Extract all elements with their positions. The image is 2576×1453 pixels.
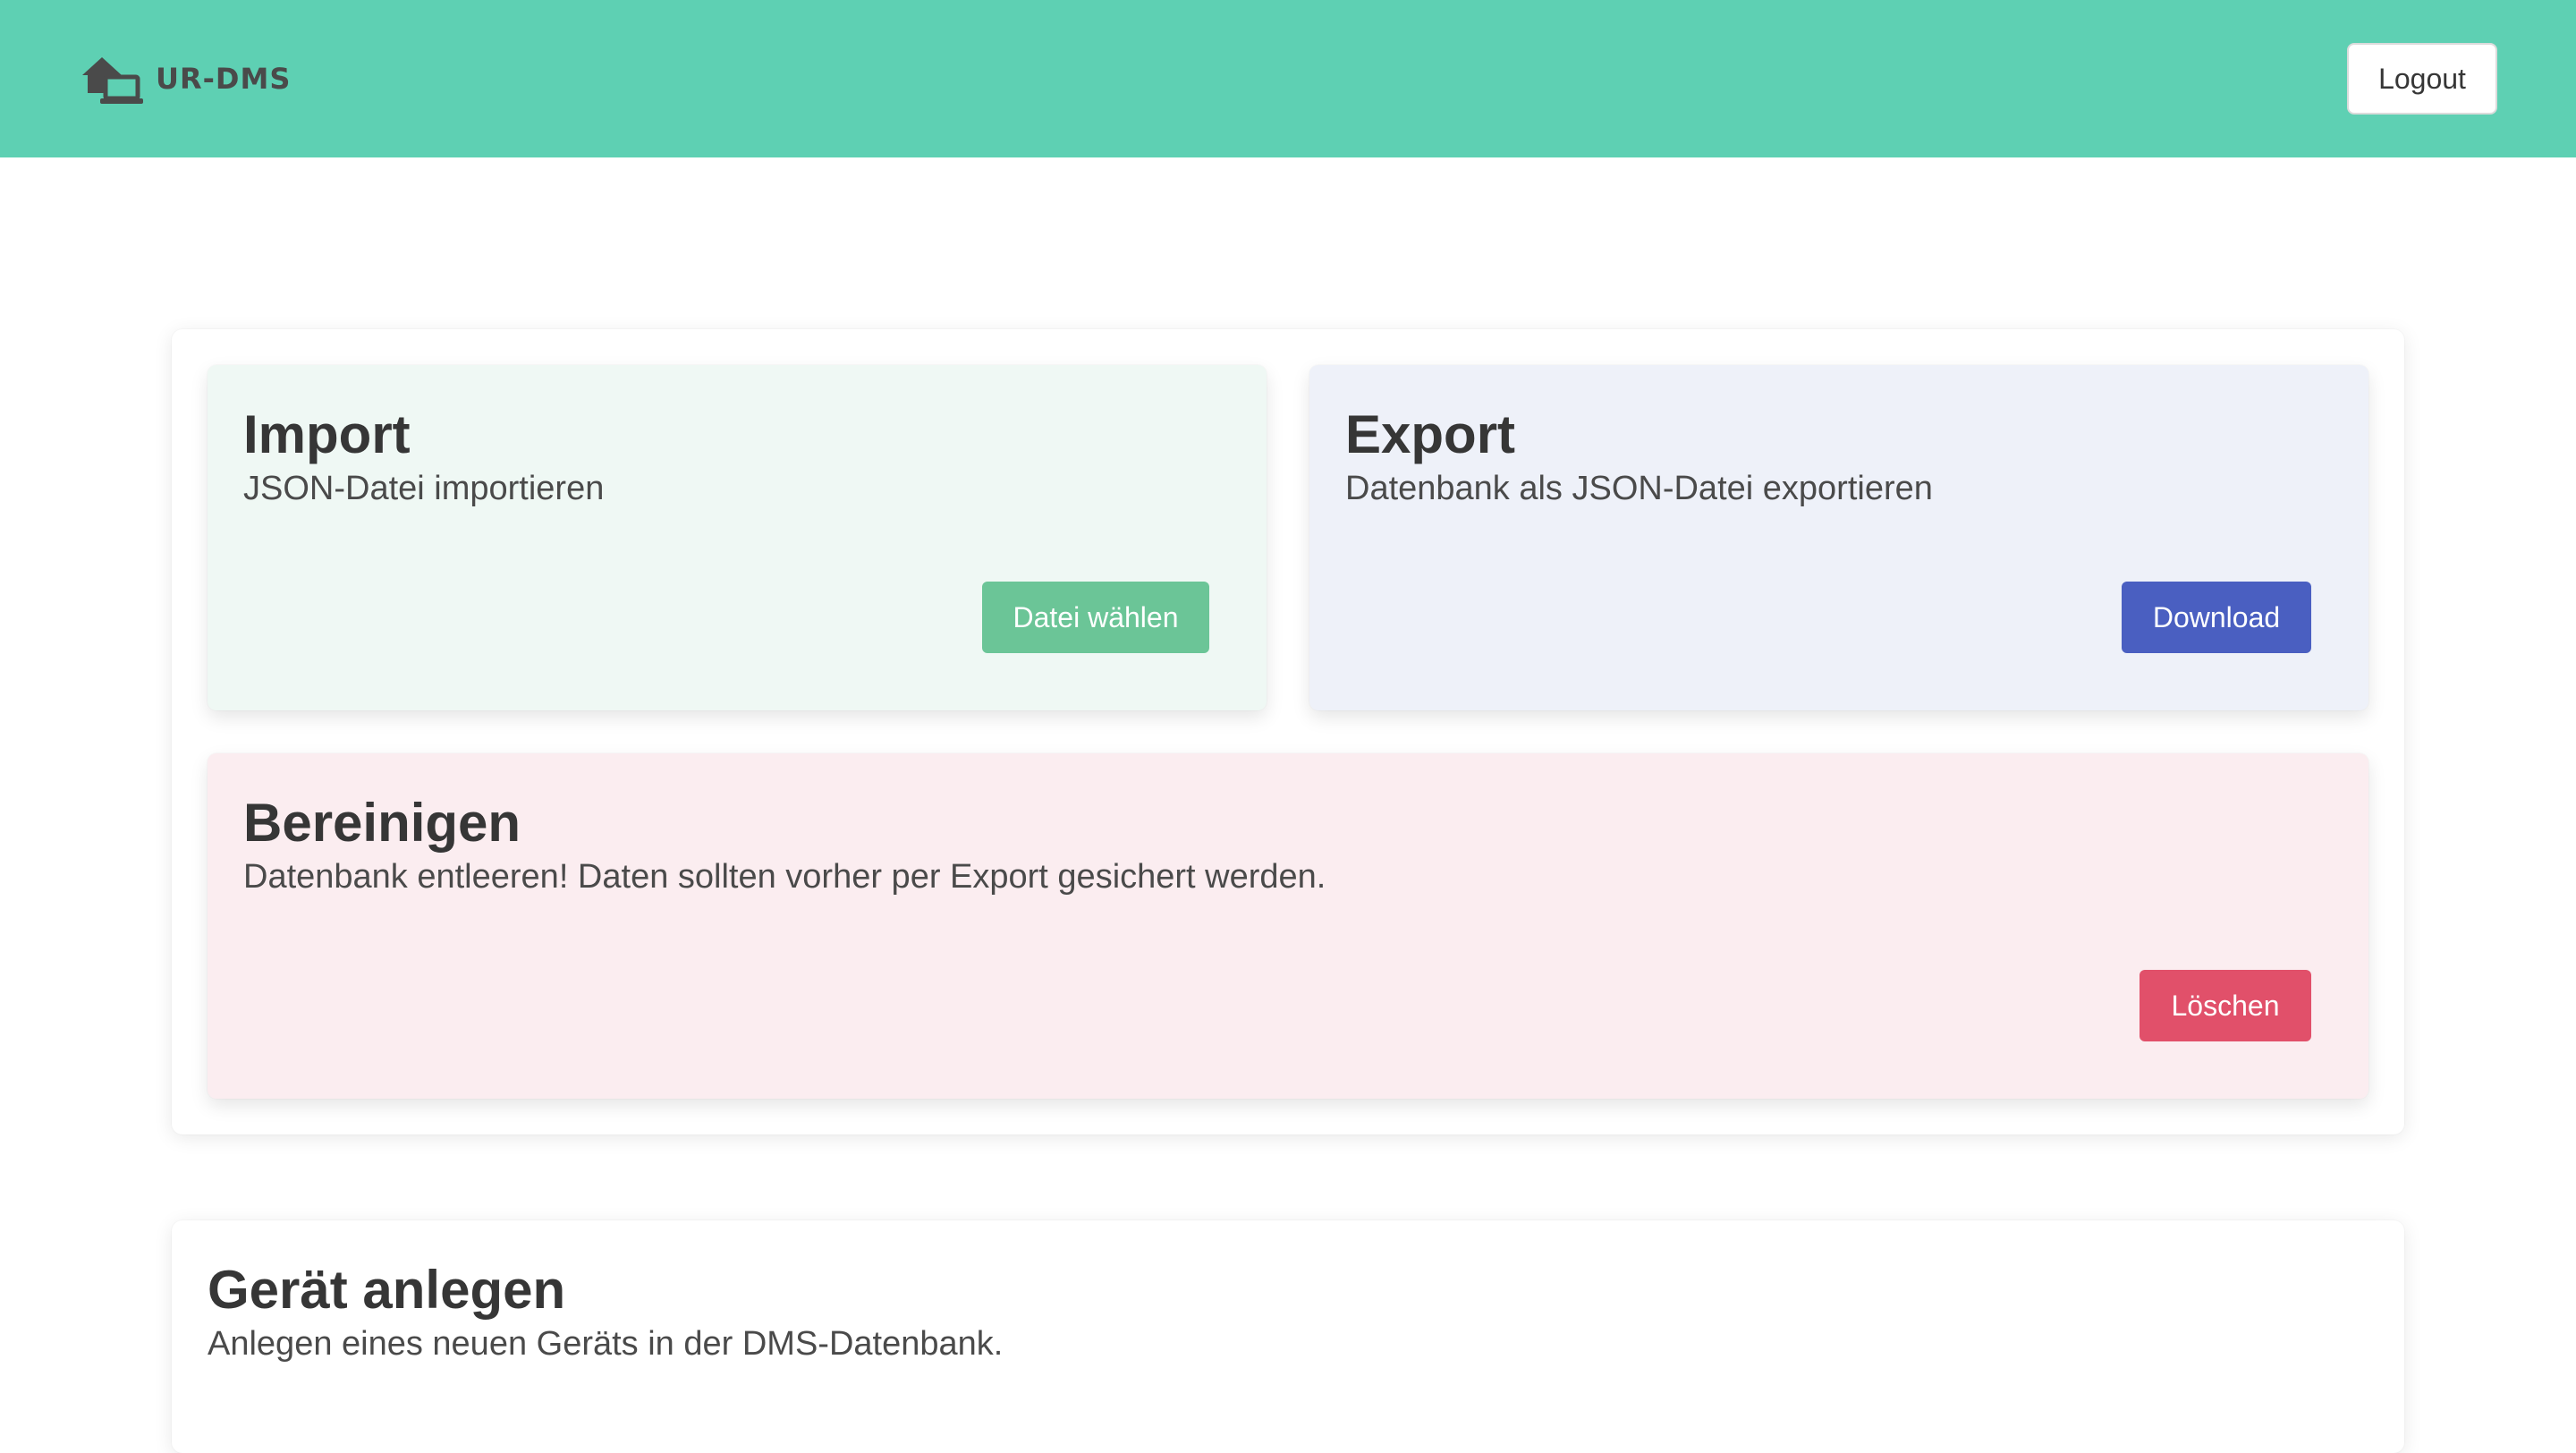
delete-button[interactable]: Löschen bbox=[2140, 970, 2311, 1041]
export-title: Export bbox=[1345, 404, 1516, 464]
clean-card: Bereinigen Datenbank entleeren! Daten so… bbox=[208, 753, 2368, 1099]
choose-file-button[interactable]: Datei wählen bbox=[982, 582, 1209, 653]
clean-subtitle: Datenbank entleeren! Daten sollten vorhe… bbox=[243, 858, 1326, 896]
top-navbar: UR-DMS Logout bbox=[0, 0, 2576, 157]
create-device-box: Gerät anlegen Anlegen eines neuen Geräts… bbox=[172, 1220, 2404, 1453]
database-tools-box: Import JSON-Datei importieren Datei wähl… bbox=[172, 329, 2404, 1134]
brand-name: UR-DMS bbox=[156, 62, 292, 96]
create-device-title: Gerät anlegen bbox=[208, 1260, 566, 1320]
create-device-subtitle: Anlegen eines neuen Geräts in der DMS-Da… bbox=[208, 1325, 1004, 1363]
brand-logo-link[interactable]: UR-DMS bbox=[79, 52, 291, 106]
house-devices-icon bbox=[82, 57, 143, 104]
import-subtitle: JSON-Datei importieren bbox=[243, 470, 605, 507]
logout-button[interactable]: Logout bbox=[2347, 43, 2497, 115]
download-button[interactable]: Download bbox=[2122, 582, 2311, 653]
export-card: Export Datenbank als JSON-Datei exportie… bbox=[1309, 365, 2368, 710]
export-subtitle: Datenbank als JSON-Datei exportieren bbox=[1345, 470, 1933, 507]
import-title: Import bbox=[243, 404, 411, 464]
clean-title: Bereinigen bbox=[243, 793, 521, 853]
import-card: Import JSON-Datei importieren Datei wähl… bbox=[208, 365, 1267, 710]
